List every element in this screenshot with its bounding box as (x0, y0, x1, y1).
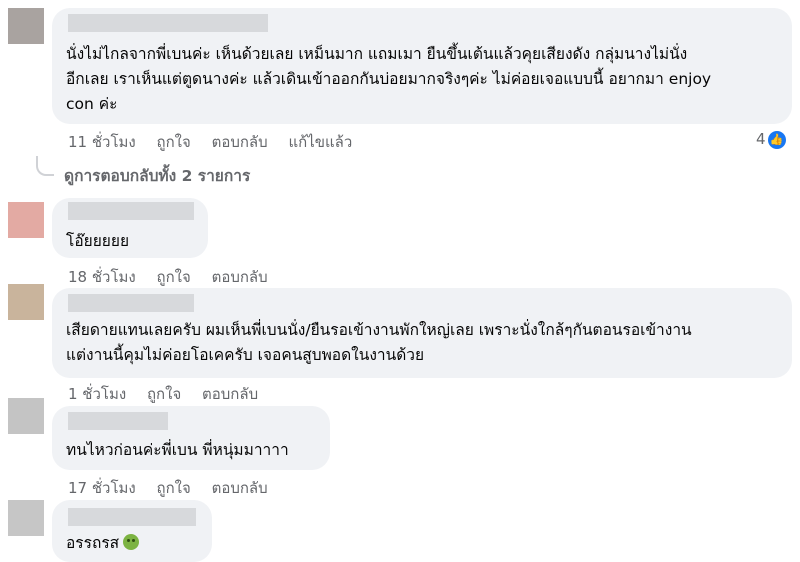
reply-connector (36, 156, 54, 176)
like-button[interactable]: ถูกใจ (157, 476, 191, 500)
comment-timestamp[interactable]: 1 ชั่วโมง (68, 382, 126, 406)
comment-actions: 11 ชั่วโมง ถูกใจ ตอบกลับ แก้ไขแล้ว (68, 130, 368, 154)
commenter-name-redacted[interactable] (68, 412, 168, 430)
like-button[interactable]: ถูกใจ (157, 130, 191, 154)
comment-text: โอ๊ยยยยย (66, 232, 130, 250)
avatar[interactable] (8, 398, 44, 434)
comment-bubble: ทนไหวก่อนค่ะพี่เบน พี่หนุ่มมาาาา (52, 406, 330, 470)
avatar[interactable] (8, 284, 44, 320)
comment-timestamp[interactable]: 18 ชั่วโมง (68, 265, 136, 289)
nauseated-face-icon (123, 534, 140, 550)
like-thumb-icon: 👍 (767, 130, 786, 149)
comment-bubble: นั่งไม่ไกลจากพี่เบนค่ะ เห็นด้วยเลย เหม็น… (52, 8, 792, 124)
reaction-count[interactable]: 4 👍 (756, 130, 786, 149)
edited-label[interactable]: แก้ไขแล้ว (288, 130, 352, 154)
comment-bubble: อรรถรส (52, 500, 212, 562)
comment-bubble: เสียดายแทนเลยครับ ผมเห็นพี่เบนนั่ง/ยืนรอ… (52, 288, 792, 378)
like-button[interactable]: ถูกใจ (147, 382, 181, 406)
comment-timestamp[interactable]: 11 ชั่วโมง (68, 130, 136, 154)
comment-actions: 17 ชั่วโมง ถูกใจ ตอบกลับ (68, 476, 284, 500)
reply-button[interactable]: ตอบกลับ (212, 265, 268, 289)
reply-button[interactable]: ตอบกลับ (212, 130, 268, 154)
view-replies-link[interactable]: ดูการตอบกลับทั้ง 2 รายการ (64, 163, 250, 188)
avatar[interactable] (8, 202, 44, 238)
comment-actions: 1 ชั่วโมง ถูกใจ ตอบกลับ (68, 382, 274, 406)
commenter-name-redacted[interactable] (68, 202, 194, 220)
comment-bubble: โอ๊ยยยยย (52, 198, 208, 258)
avatar[interactable] (8, 8, 44, 44)
commenter-name-redacted[interactable] (68, 508, 196, 526)
comment-text: นั่งไม่ไกลจากพี่เบนค่ะ เห็นด้วยเลย เหม็น… (66, 45, 712, 113)
reply-button[interactable]: ตอบกลับ (212, 476, 268, 500)
commenter-name-redacted[interactable] (68, 14, 268, 32)
like-button[interactable]: ถูกใจ (157, 265, 191, 289)
comment-actions: 18 ชั่วโมง ถูกใจ ตอบกลับ (68, 265, 284, 289)
comment-text: เสียดายแทนเลยครับ ผมเห็นพี่เบนนั่ง/ยืนรอ… (66, 321, 692, 364)
comment-timestamp[interactable]: 17 ชั่วโมง (68, 476, 136, 500)
commenter-name-redacted[interactable] (68, 294, 194, 312)
comment-text: อรรถรส (66, 531, 140, 556)
reply-button[interactable]: ตอบกลับ (202, 382, 258, 406)
comment-text: ทนไหวก่อนค่ะพี่เบน พี่หนุ่มมาาาา (66, 441, 289, 459)
avatar[interactable] (8, 500, 44, 536)
